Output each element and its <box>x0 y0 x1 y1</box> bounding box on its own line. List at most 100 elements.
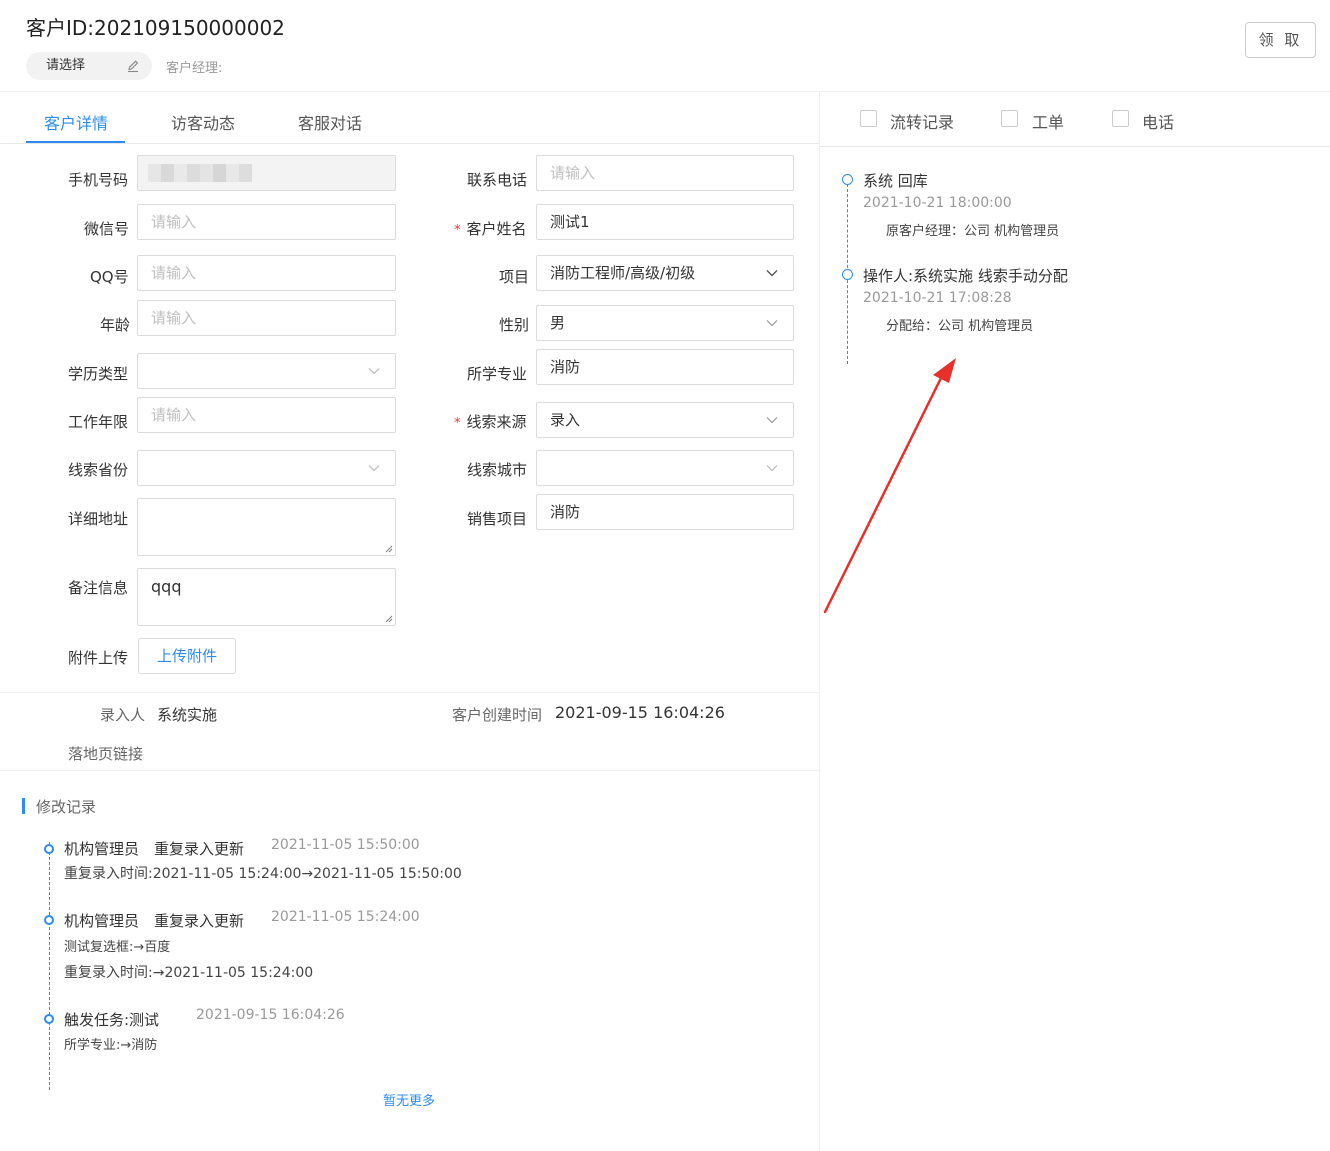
chevron-down-icon <box>766 465 778 472</box>
remark-value: qqq <box>151 577 182 596</box>
tab-service-chat[interactable]: 客服对话 <box>298 110 362 134</box>
chevron-down-icon <box>766 417 778 424</box>
city-label: 线索城市 <box>467 461 528 479</box>
education-select[interactable] <box>137 353 396 389</box>
timeline-dot-icon <box>842 269 853 280</box>
project-label: 项目 <box>499 268 530 286</box>
major-input[interactable]: 消防 <box>536 349 794 385</box>
history-item-time: 2021-09-15 16:04:26 <box>196 1007 345 1023</box>
sales-project-label: 销售项目 <box>467 510 528 528</box>
age-label: 年龄 <box>100 316 131 334</box>
masked-phone <box>148 164 252 182</box>
required-mark: * <box>454 223 461 238</box>
city-select[interactable] <box>536 450 794 486</box>
sales-project-input[interactable]: 消防 <box>536 494 794 530</box>
manager-select-value: 请选择 <box>46 58 86 73</box>
history-item-time: 2021-11-05 15:24:00 <box>271 909 420 925</box>
history-item-detail: 重复录入时间:→2021-11-05 15:24:00 <box>64 965 314 981</box>
customer-name-label-text: 客户姓名 <box>466 220 527 238</box>
lead-source-select[interactable]: 录入 <box>536 402 794 438</box>
left-panel: 客户详情 访客动态 客服对话 手机号码 联系电话 请输入 微信号 请输入 * 客户… <box>0 92 819 1151</box>
gender-label: 性别 <box>499 316 530 334</box>
wechat-input[interactable]: 请输入 <box>137 204 396 240</box>
edit-icon <box>128 60 139 73</box>
chevron-down-icon <box>368 465 380 472</box>
phone-input[interactable] <box>137 155 396 191</box>
qq-label: QQ号 <box>90 268 129 286</box>
filter-workorder-label[interactable]: 工单 <box>1032 109 1064 133</box>
manager-label: 客户经理: <box>166 61 223 76</box>
filter-phone-checkbox[interactable] <box>1112 110 1129 127</box>
qq-input[interactable]: 请输入 <box>137 255 396 291</box>
no-more-link[interactable]: 暂无更多 <box>383 1090 435 1109</box>
work-years-input[interactable]: 请输入 <box>137 397 396 433</box>
upload-attachment-button[interactable]: 上传附件 <box>138 638 236 674</box>
lead-source-select-value: 录入 <box>550 411 581 429</box>
divider <box>0 692 819 693</box>
filter-workorder-checkbox[interactable] <box>1001 110 1018 127</box>
major-label: 所学专业 <box>467 365 528 383</box>
filter-phone-label[interactable]: 电话 <box>1142 109 1174 133</box>
divider <box>0 770 819 771</box>
timeline-dot-icon <box>44 915 54 925</box>
chevron-down-icon <box>766 270 778 277</box>
tab-bar: 客户详情 访客动态 客服对话 <box>0 92 819 144</box>
transfer-item-time: 2021-10-21 17:08:28 <box>863 290 1012 306</box>
filter-transfer-checkbox[interactable] <box>860 110 877 127</box>
phone-label: 手机号码 <box>68 171 129 189</box>
resize-handle-icon[interactable] <box>385 615 393 623</box>
transfer-item-time: 2021-10-21 18:00:00 <box>863 195 1012 211</box>
contact-phone-input[interactable]: 请输入 <box>536 155 794 191</box>
timeline-dot-icon <box>842 174 853 185</box>
right-panel: 流转记录 工单 电话 系统 回库 2021-10-21 18:00:00 原客户… <box>820 92 1330 1151</box>
project-select[interactable]: 消防工程师/高级/初级 <box>536 255 794 291</box>
customer-name-label: * 客户姓名 <box>454 218 527 239</box>
created-time-value: 2021-09-15 16:04:26 <box>555 703 725 722</box>
tab-active-indicator <box>26 141 125 143</box>
address-textarea[interactable] <box>137 498 396 556</box>
history-timeline-line <box>49 842 50 1090</box>
contact-phone-label: 联系电话 <box>467 171 528 189</box>
history-item-detail: 测试复选框:→百度 <box>64 940 171 955</box>
province-label: 线索省份 <box>68 461 129 479</box>
resize-handle-icon[interactable] <box>385 545 393 553</box>
page-title: 客户ID:202109150000002 <box>26 16 285 40</box>
gender-select-value: 男 <box>550 314 566 332</box>
remark-textarea[interactable]: qqq <box>137 568 396 626</box>
customer-name-input[interactable]: 测试1 <box>536 204 794 240</box>
timeline-dot-icon <box>44 1014 54 1024</box>
history-item-detail: 重复录入时间:2021-11-05 15:24:00→2021-11-05 15… <box>64 866 462 882</box>
filter-transfer-label[interactable]: 流转记录 <box>890 109 954 133</box>
lead-source-label-text: 线索来源 <box>466 413 527 431</box>
tab-customer-detail[interactable]: 客户详情 <box>44 110 108 134</box>
chevron-down-icon <box>368 368 380 375</box>
created-time-label: 客户创建时间 <box>452 706 543 724</box>
age-input[interactable]: 请输入 <box>137 300 396 336</box>
history-item-title: 机构管理员 重复录入更新 <box>64 912 245 930</box>
landing-page-label: 落地页链接 <box>68 745 144 763</box>
history-item-title: 触发任务:测试 <box>64 1011 160 1029</box>
wechat-label: 微信号 <box>84 220 130 238</box>
transfer-item-title: 操作人:系统实施 线索手动分配 <box>863 267 1068 285</box>
transfer-item-detail: 原客户经理：公司 机构管理员 <box>886 224 1060 239</box>
timeline-dot-icon <box>44 844 54 854</box>
transfer-item-title: 系统 回库 <box>863 172 928 190</box>
education-label: 学历类型 <box>68 365 129 383</box>
tab-visitor-activity[interactable]: 访客动态 <box>171 110 235 134</box>
address-label: 详细地址 <box>68 510 129 528</box>
history-section-title: 修改记录 <box>22 796 96 817</box>
province-select[interactable] <box>137 450 396 486</box>
record-filters: 流转记录 工单 电话 <box>820 92 1330 147</box>
manager-select[interactable]: 请选择 <box>26 52 152 80</box>
page-header: 客户ID:202109150000002 请选择 客户经理: 领 取 <box>0 0 1330 92</box>
history-item-title: 机构管理员 重复录入更新 <box>64 840 245 858</box>
claim-button[interactable]: 领 取 <box>1245 22 1316 58</box>
entered-by-label: 录入人 <box>100 706 146 724</box>
work-years-label: 工作年限 <box>68 413 129 431</box>
required-mark: * <box>454 416 461 431</box>
entered-by-value: 系统实施 <box>157 706 218 724</box>
chevron-down-icon <box>766 320 778 327</box>
project-select-value: 消防工程师/高级/初级 <box>550 264 696 282</box>
gender-select[interactable]: 男 <box>536 305 794 341</box>
history-item-time: 2021-11-05 15:50:00 <box>271 837 420 853</box>
